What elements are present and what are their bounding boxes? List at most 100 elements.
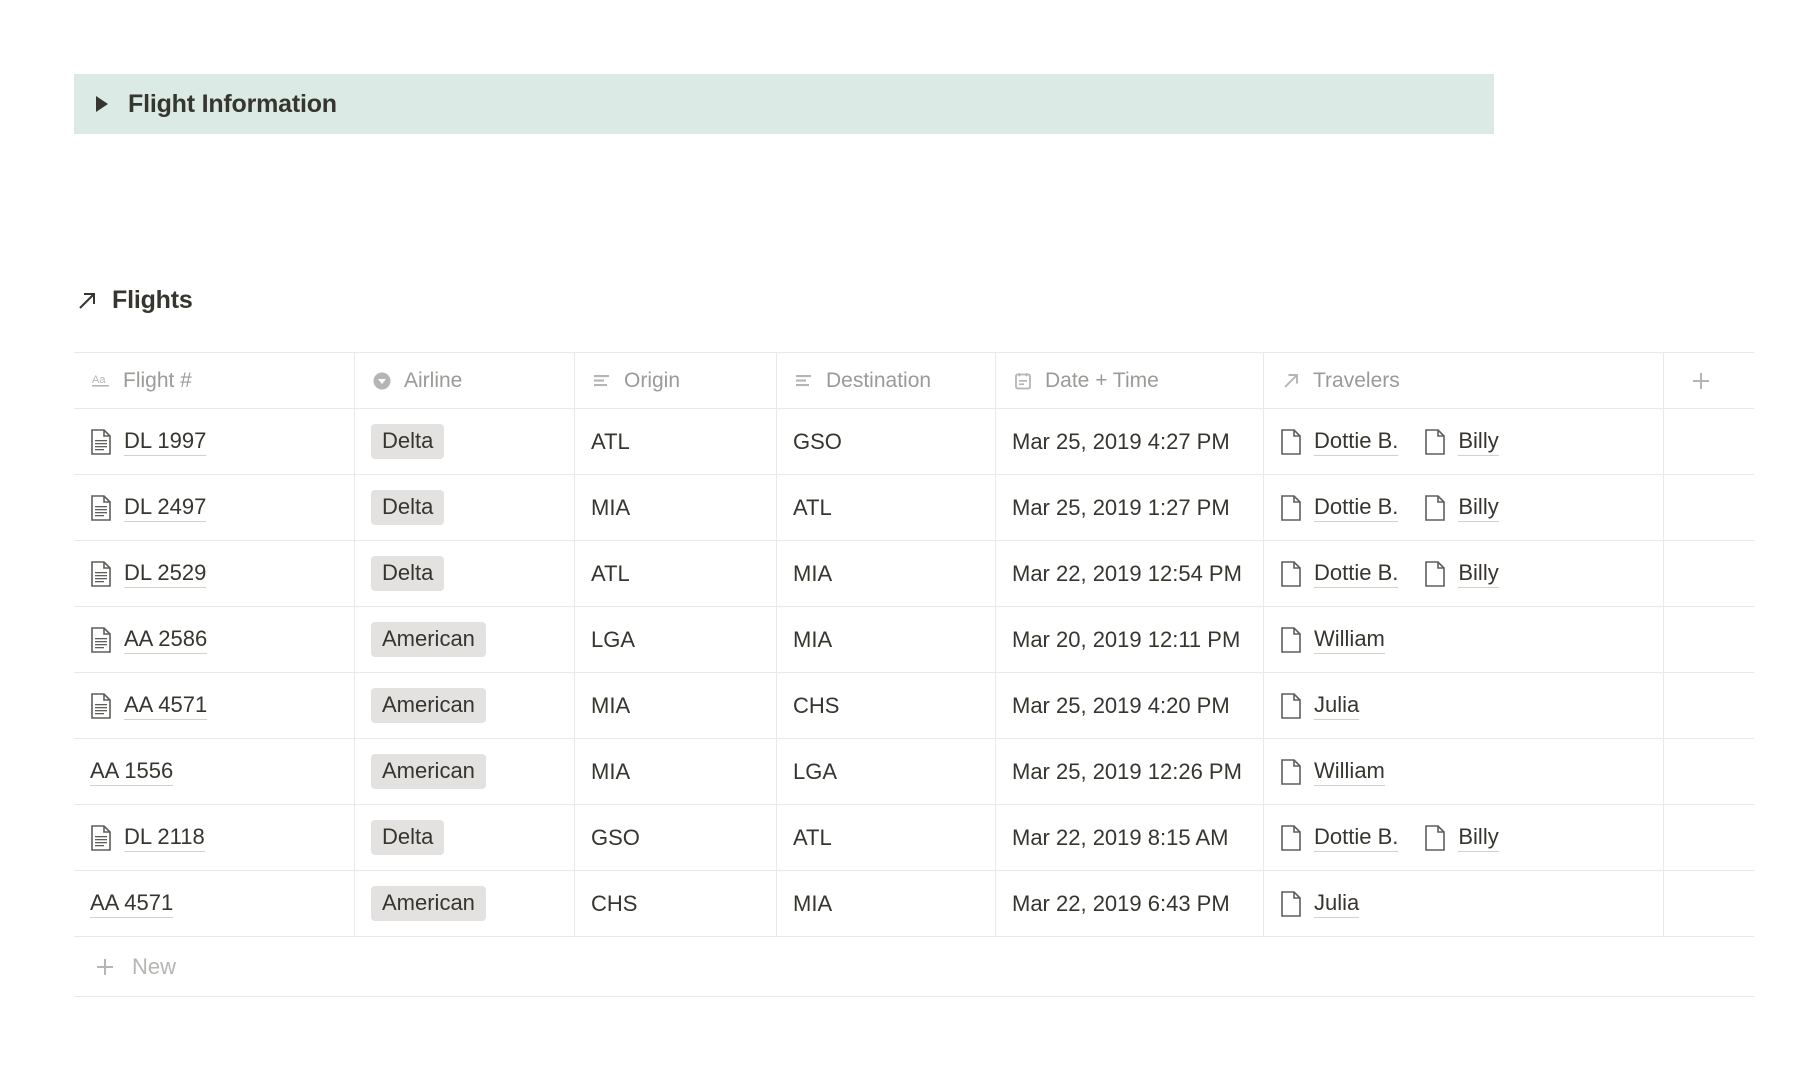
traveler-name-link[interactable]: Billy — [1458, 559, 1499, 589]
plus-icon[interactable] — [92, 954, 118, 980]
traveler-relation-chip[interactable]: Dottie B. — [1280, 559, 1399, 589]
cell-datetime[interactable]: Mar 20, 2019 12:11 PM — [996, 607, 1264, 672]
traveler-name-link[interactable]: Billy — [1458, 427, 1499, 457]
traveler-relation-chip[interactable]: Julia — [1280, 889, 1360, 919]
flight-number-link[interactable]: AA 4571 — [90, 889, 174, 919]
traveler-relation-chip[interactable]: Billy — [1424, 493, 1499, 523]
cell-destination[interactable]: MIA — [777, 871, 996, 936]
cell-flight-number[interactable]: DL 2118 — [74, 805, 355, 870]
table-row[interactable]: AA 4571 American CHS MIA Mar 22, 2019 6:43 P… — [74, 871, 1754, 937]
table-row[interactable]: AA 4571 American MIA CHS Mar 25, 2019 4:20 P… — [74, 673, 1754, 739]
new-row-button[interactable]: New — [74, 937, 1754, 997]
cell-origin[interactable]: MIA — [575, 673, 777, 738]
triangle-right-icon[interactable] — [92, 94, 112, 114]
flight-number-link[interactable]: DL 2118 — [124, 823, 205, 853]
cell-datetime[interactable]: Mar 25, 2019 4:27 PM — [996, 409, 1264, 474]
cell-airline[interactable]: American — [355, 673, 575, 738]
cell-travelers[interactable]: Dottie B. Billy — [1264, 475, 1664, 540]
traveler-relation-chip[interactable]: William — [1280, 757, 1385, 787]
cell-airline[interactable]: Delta — [355, 805, 575, 870]
cell-destination[interactable]: ATL — [777, 475, 996, 540]
traveler-name-link[interactable]: Billy — [1458, 493, 1499, 523]
flight-number-link[interactable]: AA 2586 — [124, 625, 208, 655]
traveler-name-link[interactable]: William — [1314, 757, 1385, 787]
cell-airline[interactable]: American — [355, 739, 575, 804]
traveler-name-link[interactable]: Billy — [1458, 823, 1499, 853]
cell-destination[interactable]: MIA — [777, 541, 996, 606]
cell-travelers[interactable]: Julia — [1264, 673, 1664, 738]
cell-travelers[interactable]: William — [1264, 739, 1664, 804]
flight-number-link[interactable]: DL 2529 — [124, 559, 207, 589]
cell-flight-number[interactable]: AA 2586 — [74, 607, 355, 672]
flight-number-link[interactable]: AA 4571 — [124, 691, 208, 721]
cell-airline[interactable]: Delta — [355, 541, 575, 606]
traveler-name-link[interactable]: Dottie B. — [1314, 559, 1399, 589]
traveler-relation-chip[interactable]: Dottie B. — [1280, 823, 1399, 853]
cell-destination[interactable]: ATL — [777, 805, 996, 870]
traveler-name-link[interactable]: Dottie B. — [1314, 427, 1399, 457]
cell-origin[interactable]: GSO — [575, 805, 777, 870]
cell-datetime[interactable]: Mar 25, 2019 12:26 PM — [996, 739, 1264, 804]
cell-datetime[interactable]: Mar 22, 2019 6:43 PM — [996, 871, 1264, 936]
cell-flight-number[interactable]: AA 1556 — [74, 739, 355, 804]
cell-datetime[interactable]: Mar 22, 2019 8:15 AM — [996, 805, 1264, 870]
traveler-name-link[interactable]: Dottie B. — [1314, 493, 1399, 523]
add-column-button[interactable] — [1664, 353, 1754, 408]
cell-destination[interactable]: MIA — [777, 607, 996, 672]
cell-travelers[interactable]: Dottie B. Billy — [1264, 409, 1664, 474]
table-row[interactable]: DL 2497 Delta MIA ATL Mar 25, 2019 1:27 PM Do… — [74, 475, 1754, 541]
column-header-travelers[interactable]: Travelers — [1264, 353, 1664, 408]
cell-destination[interactable]: CHS — [777, 673, 996, 738]
cell-flight-number[interactable]: DL 2497 — [74, 475, 355, 540]
cell-travelers[interactable]: William — [1264, 607, 1664, 672]
traveler-relation-chip[interactable]: Billy — [1424, 559, 1499, 589]
table-row[interactable]: AA 2586 American LGA MIA Mar 20, 2019 12:11 … — [74, 607, 1754, 673]
traveler-relation-chip[interactable]: Billy — [1424, 823, 1499, 853]
flight-number-link[interactable]: DL 2497 — [124, 493, 207, 523]
cell-destination[interactable]: LGA — [777, 739, 996, 804]
cell-travelers[interactable]: Dottie B. Billy — [1264, 805, 1664, 870]
cell-datetime[interactable]: Mar 22, 2019 12:54 PM — [996, 541, 1264, 606]
cell-airline[interactable]: Delta — [355, 409, 575, 474]
table-row[interactable]: DL 2529 Delta ATL MIA Mar 22, 2019 12:54 PM D… — [74, 541, 1754, 607]
linked-database-title[interactable]: Flights — [74, 286, 193, 315]
cell-datetime[interactable]: Mar 25, 2019 1:27 PM — [996, 475, 1264, 540]
table-row[interactable]: DL 2118 Delta GSO ATL Mar 22, 2019 8:15 AM Do… — [74, 805, 1754, 871]
cell-origin[interactable]: CHS — [575, 871, 777, 936]
flight-number-link[interactable]: DL 1997 — [124, 427, 207, 457]
column-header-origin[interactable]: Origin — [575, 353, 777, 408]
cell-travelers[interactable]: Julia — [1264, 871, 1664, 936]
column-header-airline[interactable]: Airline — [355, 353, 575, 408]
column-header-destination[interactable]: Destination — [777, 353, 996, 408]
column-header-flight[interactable]: Aa Flight # — [74, 353, 355, 408]
traveler-relation-chip[interactable]: Dottie B. — [1280, 493, 1399, 523]
cell-flight-number[interactable]: DL 2529 — [74, 541, 355, 606]
traveler-relation-chip[interactable]: William — [1280, 625, 1385, 655]
cell-airline[interactable]: Delta — [355, 475, 575, 540]
traveler-relation-chip[interactable]: Dottie B. — [1280, 427, 1399, 457]
cell-flight-number[interactable]: AA 4571 — [74, 871, 355, 936]
traveler-name-link[interactable]: William — [1314, 625, 1385, 655]
cell-travelers[interactable]: Dottie B. Billy — [1264, 541, 1664, 606]
traveler-relation-chip[interactable]: Julia — [1280, 691, 1360, 721]
cell-origin[interactable]: MIA — [575, 739, 777, 804]
cell-datetime[interactable]: Mar 25, 2019 4:20 PM — [996, 673, 1264, 738]
cell-origin[interactable]: LGA — [575, 607, 777, 672]
cell-origin[interactable]: ATL — [575, 541, 777, 606]
cell-origin[interactable]: ATL — [575, 409, 777, 474]
cell-airline[interactable]: American — [355, 871, 575, 936]
cell-origin[interactable]: MIA — [575, 475, 777, 540]
flight-number-link[interactable]: AA 1556 — [90, 757, 174, 787]
column-header-datetime[interactable]: Date + Time — [996, 353, 1264, 408]
cell-destination[interactable]: GSO — [777, 409, 996, 474]
table-row[interactable]: AA 1556 American MIA LGA Mar 25, 2019 12:26 … — [74, 739, 1754, 805]
traveler-name-link[interactable]: Julia — [1314, 889, 1360, 919]
table-row[interactable]: DL 1997 Delta ATL GSO Mar 25, 2019 4:27 PM Do… — [74, 409, 1754, 475]
cell-flight-number[interactable]: AA 4571 — [74, 673, 355, 738]
cell-flight-number[interactable]: DL 1997 — [74, 409, 355, 474]
traveler-name-link[interactable]: Julia — [1314, 691, 1360, 721]
flight-information-toggle[interactable]: Flight Information — [74, 74, 1494, 134]
cell-airline[interactable]: American — [355, 607, 575, 672]
plus-icon[interactable] — [1688, 368, 1714, 394]
traveler-name-link[interactable]: Dottie B. — [1314, 823, 1399, 853]
